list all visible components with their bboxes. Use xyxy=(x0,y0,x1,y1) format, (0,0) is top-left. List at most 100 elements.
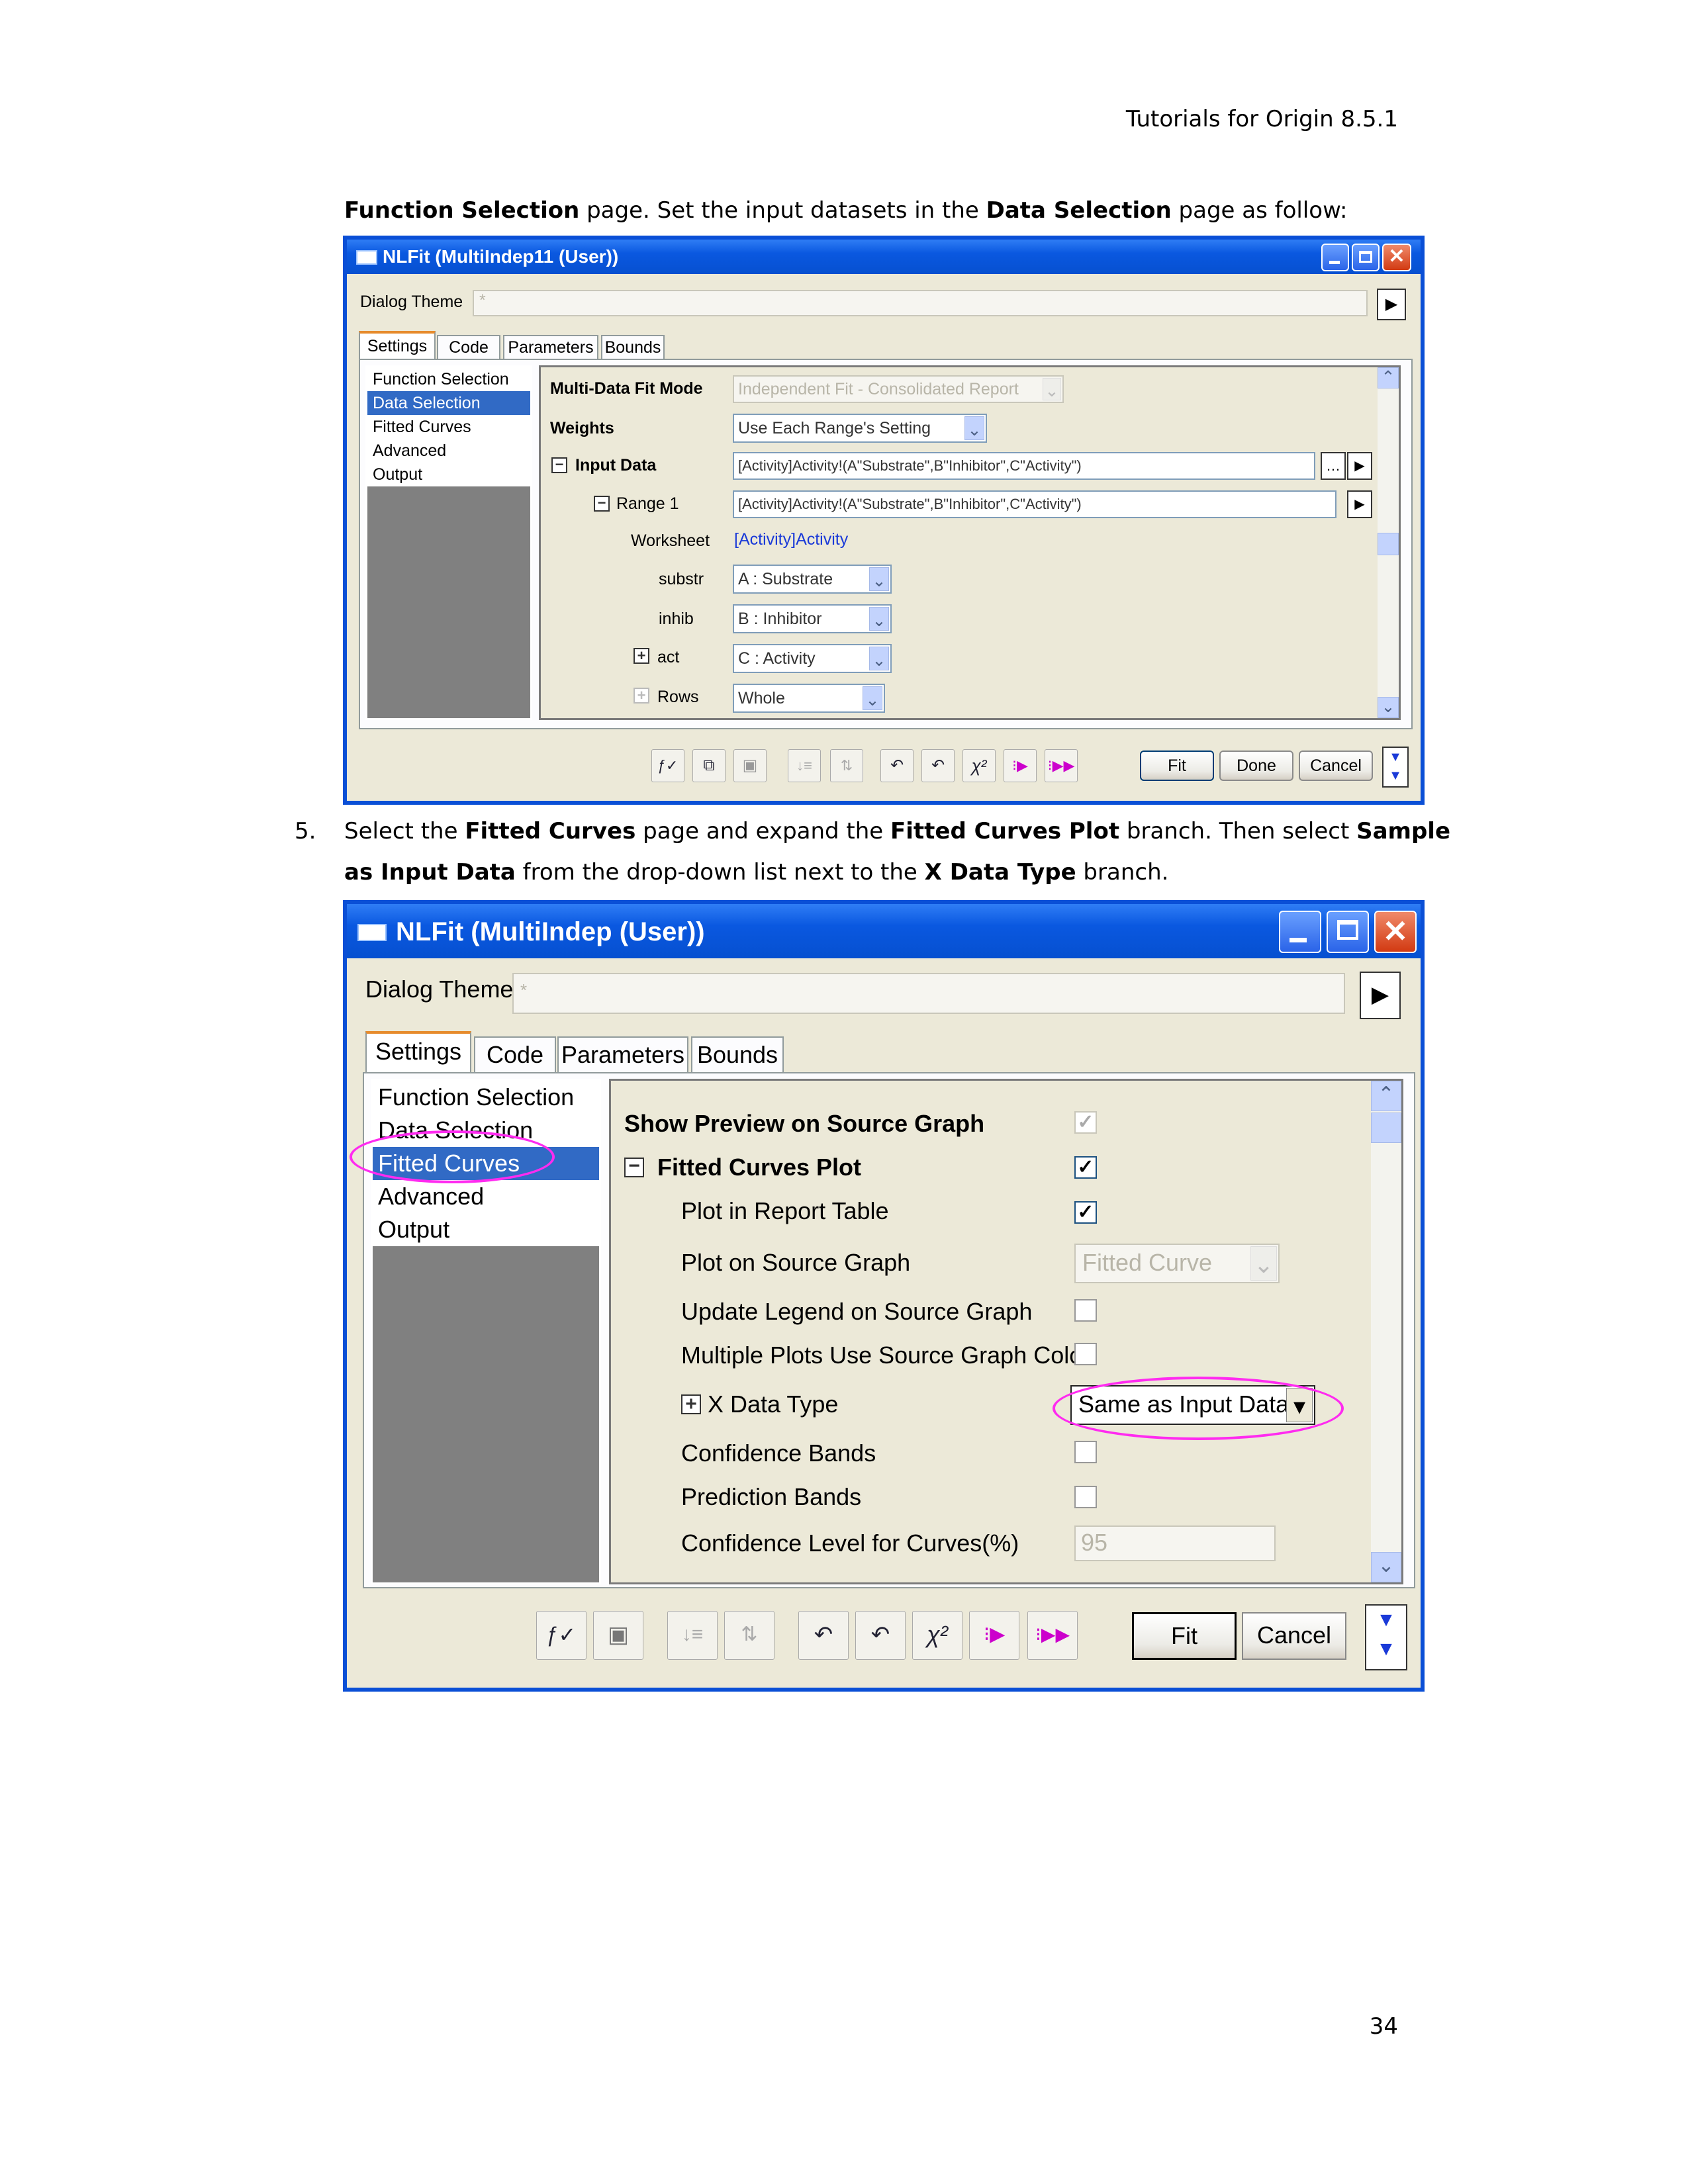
confidence-level-value: 95 xyxy=(1081,1529,1108,1556)
scroll-down-button[interactable]: ⌄ xyxy=(1371,1552,1401,1582)
theme-menu-button[interactable]: ▶ xyxy=(1360,972,1401,1019)
reset-icon[interactable]: ⇅ xyxy=(724,1611,774,1660)
inhib-label: inhib xyxy=(659,610,694,628)
iterate-icon[interactable]: ↶ xyxy=(855,1611,906,1660)
confidence-level-field[interactable]: 95 xyxy=(1074,1525,1276,1561)
close-button[interactable]: ✕ xyxy=(1374,911,1417,953)
nav-output[interactable]: Output xyxy=(367,463,530,486)
fitted-curves-plot-checkbox[interactable]: ✓ xyxy=(1074,1156,1097,1179)
collapse-fitted-curves-plot-icon[interactable]: − xyxy=(624,1156,644,1177)
scroll-thumb[interactable] xyxy=(1378,533,1399,555)
minimize-button[interactable] xyxy=(1321,244,1349,271)
cancel-button[interactable]: Cancel xyxy=(1299,751,1373,781)
fit-all-icon[interactable]: ⁝▶▶ xyxy=(1027,1611,1078,1660)
step5-text-3: branch. Then select xyxy=(1119,818,1357,844)
tab-code[interactable]: Code xyxy=(437,335,500,359)
tab-code[interactable]: Code xyxy=(474,1036,556,1072)
nav-output[interactable]: Output xyxy=(373,1213,599,1246)
theme-menu-button[interactable]: ▶ xyxy=(1377,289,1406,320)
done-button[interactable]: Done xyxy=(1219,751,1293,781)
multiple-plots-color-checkbox[interactable] xyxy=(1074,1343,1097,1365)
fit-until-converged-icon[interactable]: ⁝▶ xyxy=(969,1611,1019,1660)
prediction-bands-label: Prediction Bands xyxy=(681,1483,862,1510)
tab-settings[interactable]: Settings xyxy=(359,331,436,359)
scroll-up-button[interactable]: ⌃ xyxy=(1371,1081,1401,1111)
weights-dropdown[interactable]: Use Each Range's Setting ⌄ xyxy=(733,414,987,443)
input-data-field[interactable]: [Activity]Activity!(A"Substrate",B"Inhib… xyxy=(733,452,1315,480)
range-1-field[interactable]: [Activity]Activity!(A"Substrate",B"Inhib… xyxy=(733,490,1336,518)
one-iteration-icon[interactable]: ↶ xyxy=(880,749,914,782)
show-preview-checkbox[interactable]: ✓ xyxy=(1074,1111,1097,1134)
fit-button[interactable]: Fit xyxy=(1140,751,1214,781)
collapse-input-data-icon[interactable]: − xyxy=(551,457,567,473)
save-icon[interactable]: ▣ xyxy=(733,749,767,782)
plot-in-report-checkbox[interactable]: ✓ xyxy=(1074,1201,1097,1224)
reset-icon[interactable]: ⇅ xyxy=(830,749,863,782)
maximize-button[interactable] xyxy=(1327,911,1369,953)
dialog-theme-field[interactable]: * xyxy=(473,290,1368,316)
rows-dropdown[interactable]: Whole ⌄ xyxy=(733,684,885,713)
confidence-bands-label: Confidence Bands xyxy=(681,1439,876,1467)
nav-function-selection[interactable]: Function Selection xyxy=(367,367,530,391)
input-data-label: Input Data xyxy=(575,456,657,475)
expand-rows-icon[interactable]: + xyxy=(633,688,649,704)
collapse-panel-button[interactable]: ▼ ▼ xyxy=(1382,747,1409,788)
tab-bounds[interactable]: Bounds xyxy=(691,1036,784,1072)
save-icon[interactable]: ▣ xyxy=(593,1611,643,1660)
browse-button[interactable]: … xyxy=(1321,452,1346,480)
plot-on-source-dropdown[interactable]: Fitted Curve ⌄ xyxy=(1074,1244,1280,1283)
inhib-dropdown[interactable]: B : Inhibitor ⌄ xyxy=(733,604,892,633)
act-dropdown[interactable]: C : Activity ⌄ xyxy=(733,644,892,673)
weights-value: Use Each Range's Setting xyxy=(738,419,931,437)
expand-x-data-type-icon[interactable]: + xyxy=(681,1394,701,1414)
worksheet-link[interactable]: [Activity]Activity xyxy=(734,530,848,549)
dialog-theme-field[interactable]: * xyxy=(512,973,1345,1014)
chi-square-icon[interactable]: χ² xyxy=(962,749,996,782)
scroll-down-button[interactable]: ⌄ xyxy=(1378,697,1399,718)
scroll-thumb[interactable] xyxy=(1371,1113,1401,1143)
copy-icon[interactable]: ⧉ xyxy=(692,749,726,782)
scroll-up-button[interactable]: ⌃ xyxy=(1378,367,1399,388)
scrollbar[interactable]: ⌃ ⌄ xyxy=(1378,367,1399,718)
tab-settings[interactable]: Settings xyxy=(365,1031,471,1072)
substr-dropdown[interactable]: A : Substrate ⌄ xyxy=(733,565,892,594)
step5-line-1: Select the Fitted Curves page and expand… xyxy=(344,818,1450,844)
nav-function-selection[interactable]: Function Selection xyxy=(373,1081,599,1114)
settings-tab-panel: Function Selection Data Selection Fitted… xyxy=(359,359,1413,729)
fit-function-icon[interactable]: ƒ✓ xyxy=(536,1611,586,1660)
input-data-menu-button[interactable]: ▶ xyxy=(1347,452,1372,480)
scrollbar[interactable]: ⌃ ⌄ xyxy=(1371,1081,1401,1582)
step5-bold-1: Fitted Curves xyxy=(465,818,636,844)
nav-fitted-curves[interactable]: Fitted Curves xyxy=(367,415,530,439)
collapse-range-icon[interactable]: − xyxy=(594,496,610,512)
prediction-bands-checkbox[interactable] xyxy=(1074,1486,1097,1508)
maximize-button[interactable] xyxy=(1352,244,1380,271)
range-menu-button[interactable]: ▶ xyxy=(1347,490,1372,518)
collapse-panel-button[interactable]: ▼ ▼ xyxy=(1365,1604,1407,1670)
expand-act-icon[interactable]: + xyxy=(633,648,649,664)
fit-until-converged-icon[interactable]: ⁝▶ xyxy=(1004,749,1037,782)
fit-mode-dropdown[interactable]: Independent Fit - Consolidated Report ⌄ xyxy=(733,375,1064,403)
plot-on-source-label: Plot on Source Graph xyxy=(681,1249,911,1276)
minimize-button[interactable] xyxy=(1279,911,1321,953)
tab-parameters[interactable]: Parameters xyxy=(503,335,598,359)
nav-data-selection[interactable]: Data Selection xyxy=(367,391,530,415)
initialize-icon[interactable]: ↓≡ xyxy=(788,749,821,782)
tab-parameters[interactable]: Parameters xyxy=(557,1036,688,1072)
iterate-icon[interactable]: ↶ xyxy=(921,749,955,782)
chi-square-icon[interactable]: χ² xyxy=(912,1611,962,1660)
fit-mode-value: Independent Fit - Consolidated Report xyxy=(738,380,1019,398)
fit-button[interactable]: Fit xyxy=(1132,1612,1237,1660)
close-button[interactable]: ✕ xyxy=(1382,244,1411,271)
fit-all-icon[interactable]: ⁝▶▶ xyxy=(1045,749,1078,782)
plot-in-report-label: Plot in Report Table xyxy=(681,1197,889,1224)
nav-advanced[interactable]: Advanced xyxy=(367,439,530,463)
confidence-bands-checkbox[interactable] xyxy=(1074,1441,1097,1463)
fit-function-icon[interactable]: ƒ✓ xyxy=(651,749,684,782)
initialize-icon[interactable]: ↓≡ xyxy=(667,1611,718,1660)
nav-advanced[interactable]: Advanced xyxy=(373,1180,599,1213)
one-iteration-icon[interactable]: ↶ xyxy=(798,1611,849,1660)
cancel-button[interactable]: Cancel xyxy=(1242,1612,1346,1660)
update-legend-checkbox[interactable] xyxy=(1074,1299,1097,1322)
tab-bounds[interactable]: Bounds xyxy=(601,335,665,359)
